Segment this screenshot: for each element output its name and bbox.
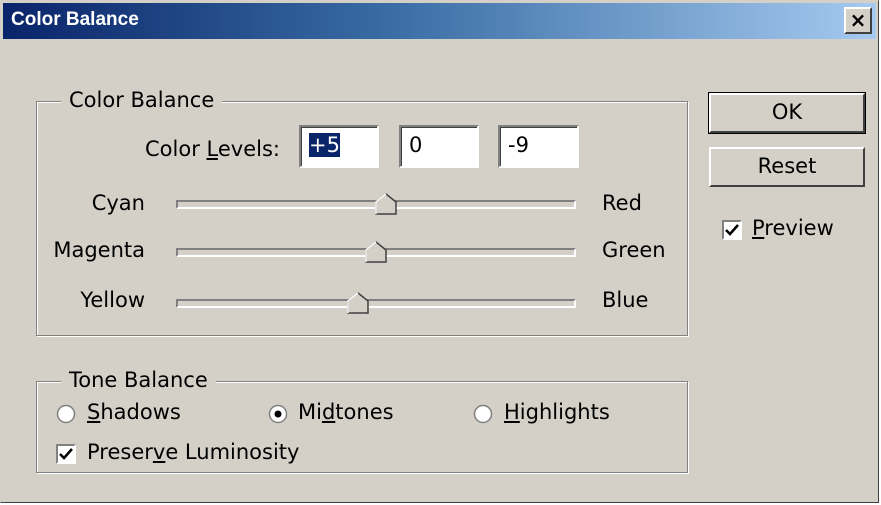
preview-label[interactable]: Preview: [752, 216, 834, 240]
ok-button[interactable]: OK: [708, 92, 866, 134]
midtones-radio[interactable]: [268, 404, 288, 424]
color-level-field-1[interactable]: +5: [299, 125, 379, 168]
slider-cyan-label: Cyan: [91, 191, 145, 215]
color-balance-dialog: Color Balance × Color Balance Color Leve…: [0, 0, 879, 503]
color-levels-label: Color Levels:: [145, 137, 280, 161]
slider-red-label: Red: [602, 191, 642, 215]
tone-balance-legend: Tone Balance: [61, 368, 216, 392]
color-level-field-2[interactable]: 0: [399, 125, 479, 168]
title-bar[interactable]: Color Balance ×: [3, 3, 876, 39]
preserve-luminosity-checkbox[interactable]: [56, 444, 76, 464]
preview-checkbox[interactable]: [722, 220, 742, 240]
dialog-title: Color Balance: [11, 9, 139, 30]
slider-magenta-label: Magenta: [53, 238, 145, 262]
highlights-label[interactable]: Highlights: [504, 400, 610, 424]
checkmark-icon: [725, 224, 739, 236]
yellow-blue-slider-thumb[interactable]: [347, 292, 369, 314]
shadows-label[interactable]: Shadows: [87, 400, 181, 424]
magenta-green-slider-thumb[interactable]: [365, 241, 387, 263]
slider-yellow-label: Yellow: [80, 288, 145, 312]
highlights-radio[interactable]: [473, 404, 493, 424]
close-button[interactable]: ×: [844, 7, 872, 34]
close-icon: ×: [849, 8, 867, 32]
preserve-luminosity-label[interactable]: Preserve Luminosity: [87, 440, 299, 464]
checkmark-icon: [59, 448, 73, 460]
shadows-radio[interactable]: [56, 404, 76, 424]
color-level-field-3[interactable]: -9: [498, 125, 579, 168]
slider-green-label: Green: [602, 238, 666, 262]
midtones-label[interactable]: Midtones: [298, 400, 394, 424]
slider-blue-label: Blue: [602, 288, 649, 312]
reset-button[interactable]: Reset: [709, 147, 865, 187]
yellow-blue-slider-track[interactable]: [176, 299, 576, 308]
cyan-red-slider-thumb[interactable]: [375, 193, 397, 215]
color-balance-legend: Color Balance: [61, 88, 223, 112]
